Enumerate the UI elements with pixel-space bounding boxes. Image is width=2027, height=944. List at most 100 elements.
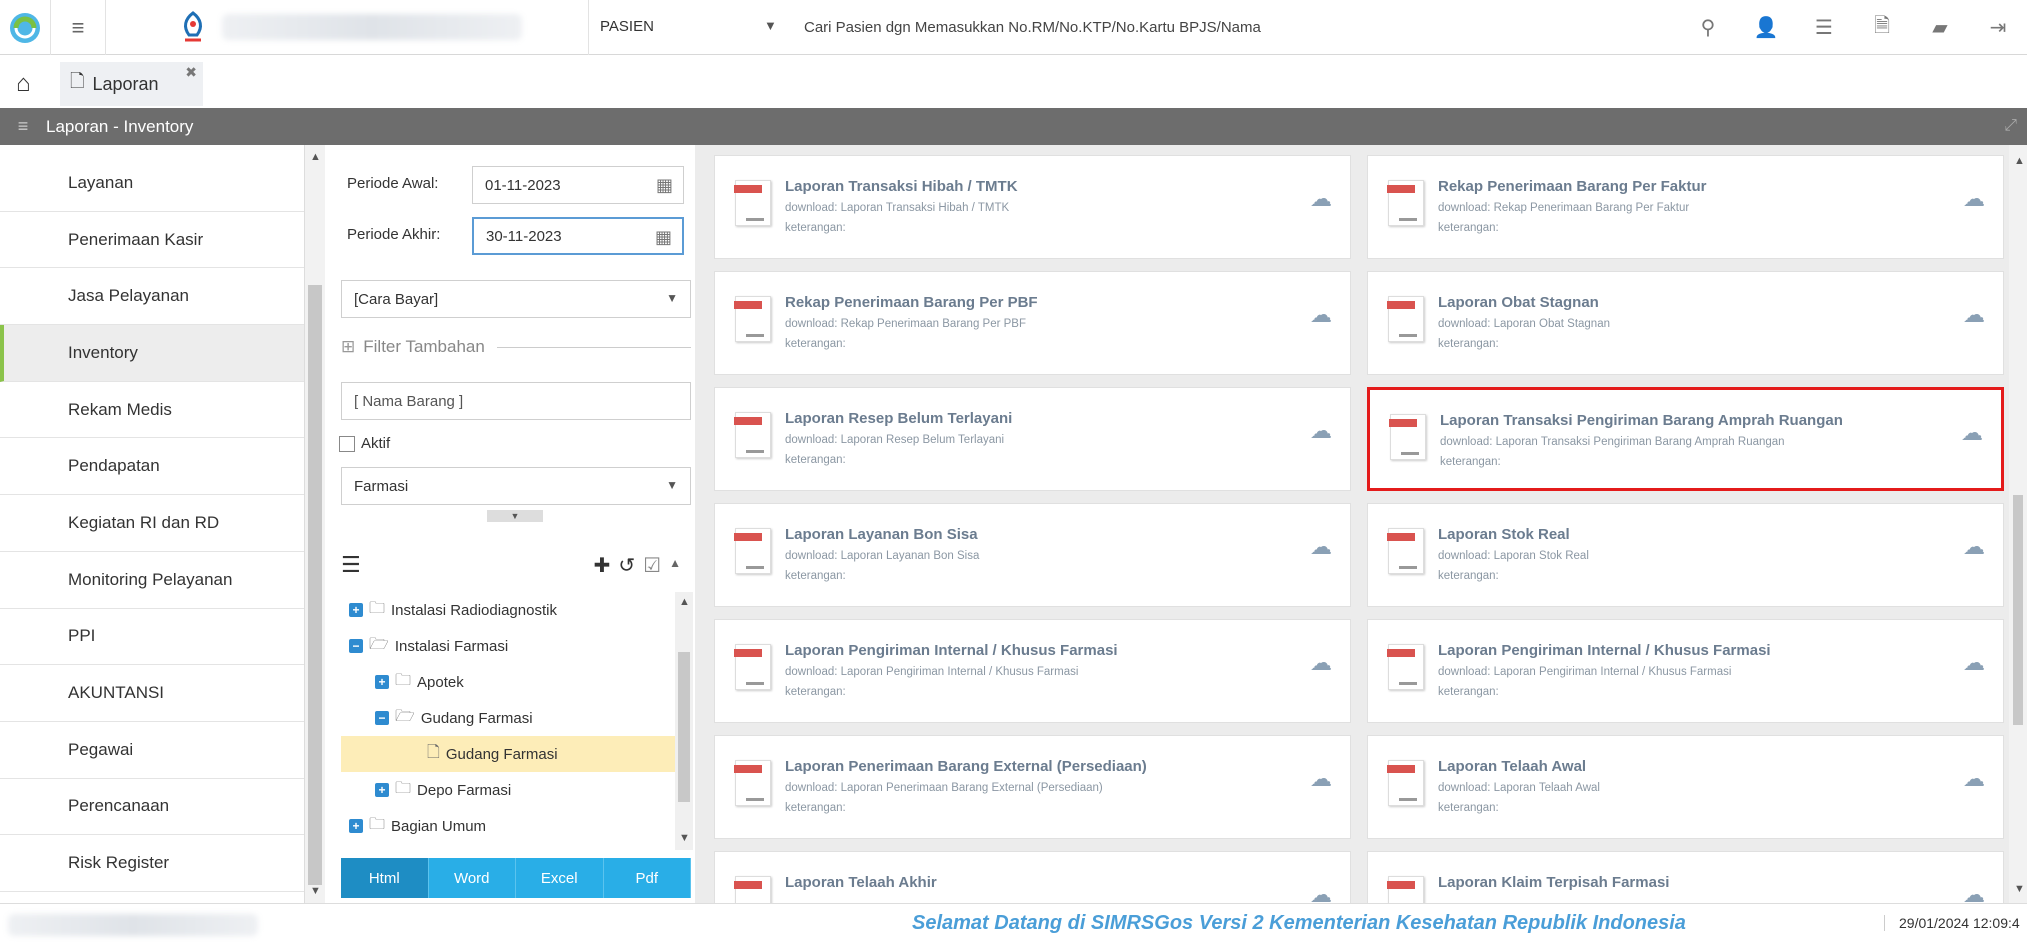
list-icon[interactable]: ☰ [1795,15,1853,40]
report-title[interactable]: Laporan Pengiriman Internal / Khusus Far… [785,642,1118,659]
cloud-download-icon[interactable]: ☁ [1310,418,1332,444]
sidebar-item-rekam-medis[interactable]: Rekam Medis [0,382,304,439]
sidebar-item-monitoring-pelayanan[interactable]: Monitoring Pelayanan [0,552,304,609]
expand-icon[interactable]: + [375,783,389,797]
sidebar-item-layanan[interactable]: Layanan [0,155,304,212]
export-html-button[interactable]: Html [341,858,429,898]
scroll-down-icon[interactable]: ▼ [2014,883,2025,895]
unit-select[interactable]: Farmasi ▼ [341,467,691,505]
sidebar-item-pegawai[interactable]: Pegawai [0,722,304,779]
collapse-handle-icon[interactable]: ▼ [487,510,543,522]
module-select[interactable]: PASIEN [600,18,654,35]
expand-icon[interactable]: + [375,675,389,689]
cloud-download-icon[interactable]: ☁ [1310,534,1332,560]
report-title[interactable]: Laporan Obat Stagnan [1438,294,1599,311]
checkbox-box[interactable] [339,435,355,452]
tree-node[interactable]: − 🗁 Instalasi Farmasi [341,628,675,664]
report-title[interactable]: Laporan Pengiriman Internal / Khusus Far… [1438,642,1771,659]
sidebar-scrollbar[interactable]: ▲ ▼ [305,145,325,903]
report-card[interactable]: Laporan Stok Real download: Laporan Stok … [1367,503,2004,607]
cloud-download-icon[interactable]: ☁ [1310,186,1332,212]
chevron-down-icon[interactable]: ▼ [764,18,777,33]
sidebar-item-penerimaan-kasir[interactable]: Penerimaan Kasir [0,212,304,269]
report-title[interactable]: Laporan Transaksi Hibah / TMTK [785,178,1018,195]
report-card[interactable]: Rekap Penerimaan Barang Per PBF download:… [714,271,1351,375]
report-card[interactable]: Laporan Penerimaan Barang External (Pers… [714,735,1351,839]
tree-node[interactable]: + 🗀 Depo Farmasi [341,772,675,808]
report-title[interactable]: Laporan Telaah Akhir [785,874,937,891]
periode-akhir-field[interactable]: 30-11-2023 ▦ [472,217,684,255]
cara-bayar-select[interactable]: [Cara Bayar] ▼ [341,280,691,318]
export-pdf-button[interactable]: Pdf [603,858,691,898]
patient-search-input[interactable]: Cari Pasien dgn Memasukkan No.RM/No.KTP/… [804,19,1261,36]
report-card-highlighted[interactable]: Laporan Transaksi Pengiriman Barang Ampr… [1367,387,2004,491]
expand-icon[interactable]: + [349,603,363,617]
list-icon[interactable]: ☰ [341,552,361,578]
report-title[interactable]: Laporan Penerimaan Barang External (Pers… [785,758,1147,775]
add-user-icon[interactable]: 👤 [1737,15,1795,40]
close-icon[interactable]: ✖ [185,64,197,81]
home-icon[interactable]: ⌂ [16,70,31,98]
panel-menu-icon[interactable]: ≡ [0,116,46,137]
report-card[interactable]: Laporan Transaksi Hibah / TMTK download: … [714,155,1351,259]
filter-tambahan-toggle[interactable]: ⊞ Filter Tambahan [341,337,691,357]
tree-node[interactable]: − 🗁 Gudang Farmasi [341,700,675,736]
report-title[interactable]: Rekap Penerimaan Barang Per Faktur [1438,178,1706,195]
report-title[interactable]: Laporan Transaksi Pengiriman Barang Ampr… [1440,412,1843,429]
sidebar-item-ppi[interactable]: PPI [0,609,304,666]
scrollbar-thumb[interactable] [678,652,690,802]
report-title[interactable]: Laporan Stok Real [1438,526,1570,543]
content-scrollbar[interactable]: ▲ ▼ [2009,145,2027,903]
report-card[interactable]: Laporan Klaim Terpisah Farmasi ☁ [1367,851,2004,903]
app-logo[interactable] [0,0,50,55]
cloud-download-icon[interactable]: ☁ [1310,302,1332,328]
report-title[interactable]: Laporan Telaah Awal [1438,758,1586,775]
collapse-icon[interactable]: − [375,711,389,725]
report-card[interactable]: Laporan Resep Belum Terlayani download: L… [714,387,1351,491]
calendar-icon[interactable]: ▦ [656,175,673,196]
report-title[interactable]: Rekap Penerimaan Barang Per PBF [785,294,1038,311]
report-title[interactable]: Laporan Klaim Terpisah Farmasi [1438,874,1669,891]
cloud-download-icon[interactable]: ☁ [1963,882,1985,903]
calendar-icon[interactable]: ▦ [655,227,672,248]
report-card[interactable]: Laporan Pengiriman Internal / Khusus Far… [714,619,1351,723]
cloud-download-icon[interactable]: ☁ [1963,766,1985,792]
tree-scrollbar[interactable]: ▲ ▼ [675,592,693,850]
search-icon[interactable]: ⚲ [1679,15,1737,40]
sidebar-item-inventory[interactable]: Inventory [0,325,304,382]
cloud-download-icon[interactable]: ☁ [1310,882,1332,903]
report-title[interactable]: Laporan Layanan Bon Sisa [785,526,978,543]
collapse-up-icon[interactable]: ▲ [669,553,681,578]
tab-laporan[interactable]: 🗋 Laporan ✖ [60,62,203,106]
cloud-download-icon[interactable]: ☁ [1961,420,1983,446]
scrollbar-thumb[interactable] [2013,495,2023,725]
scrollbar-thumb[interactable] [308,285,322,885]
cloud-download-icon[interactable]: ☁ [1963,650,1985,676]
report-card[interactable]: Rekap Penerimaan Barang Per Faktur downlo… [1367,155,2004,259]
report-card[interactable]: Laporan Telaah Akhir ☁ [714,851,1351,903]
export-word-button[interactable]: Word [428,858,516,898]
logout-icon[interactable]: ⇥ [1969,15,2027,40]
sidebar-item-akuntansi[interactable]: AKUNTANSI [0,665,304,722]
check-square-icon[interactable]: ☑ [643,553,661,578]
tree-node[interactable]: + 🗀 Apotek [341,664,675,700]
scroll-up-icon[interactable]: ▲ [2014,155,2025,167]
cloud-download-icon[interactable]: ☁ [1310,766,1332,792]
periode-awal-field[interactable]: 01-11-2023 ▦ [472,166,684,204]
collapse-icon[interactable]: − [349,639,363,653]
pdf-icon[interactable]: 🗎 [1853,11,1911,45]
report-card[interactable]: Laporan Layanan Bon Sisa download: Lapora… [714,503,1351,607]
expand-icon[interactable]: ⤢ [2004,117,2017,135]
add-icon[interactable]: ✚ [594,553,611,578]
cloud-download-icon[interactable]: ☁ [1310,650,1332,676]
sidebar-item-jasa-pelayanan[interactable]: Jasa Pelayanan [0,268,304,326]
history-icon[interactable]: ↺ [618,553,635,578]
scroll-down-icon[interactable]: ▼ [679,832,690,844]
report-title[interactable]: Laporan Resep Belum Terlayani [785,410,1012,427]
sidebar-item-perencanaan[interactable]: Perencanaan [0,779,304,836]
expand-icon[interactable]: + [349,819,363,833]
scroll-up-icon[interactable]: ▲ [679,596,690,608]
cloud-download-icon[interactable]: ☁ [1963,186,1985,212]
nama-barang-input[interactable]: [ Nama Barang ] [341,382,691,420]
tree-node[interactable]: + 🗀 Instalasi Radiodiagnostik [341,592,675,628]
